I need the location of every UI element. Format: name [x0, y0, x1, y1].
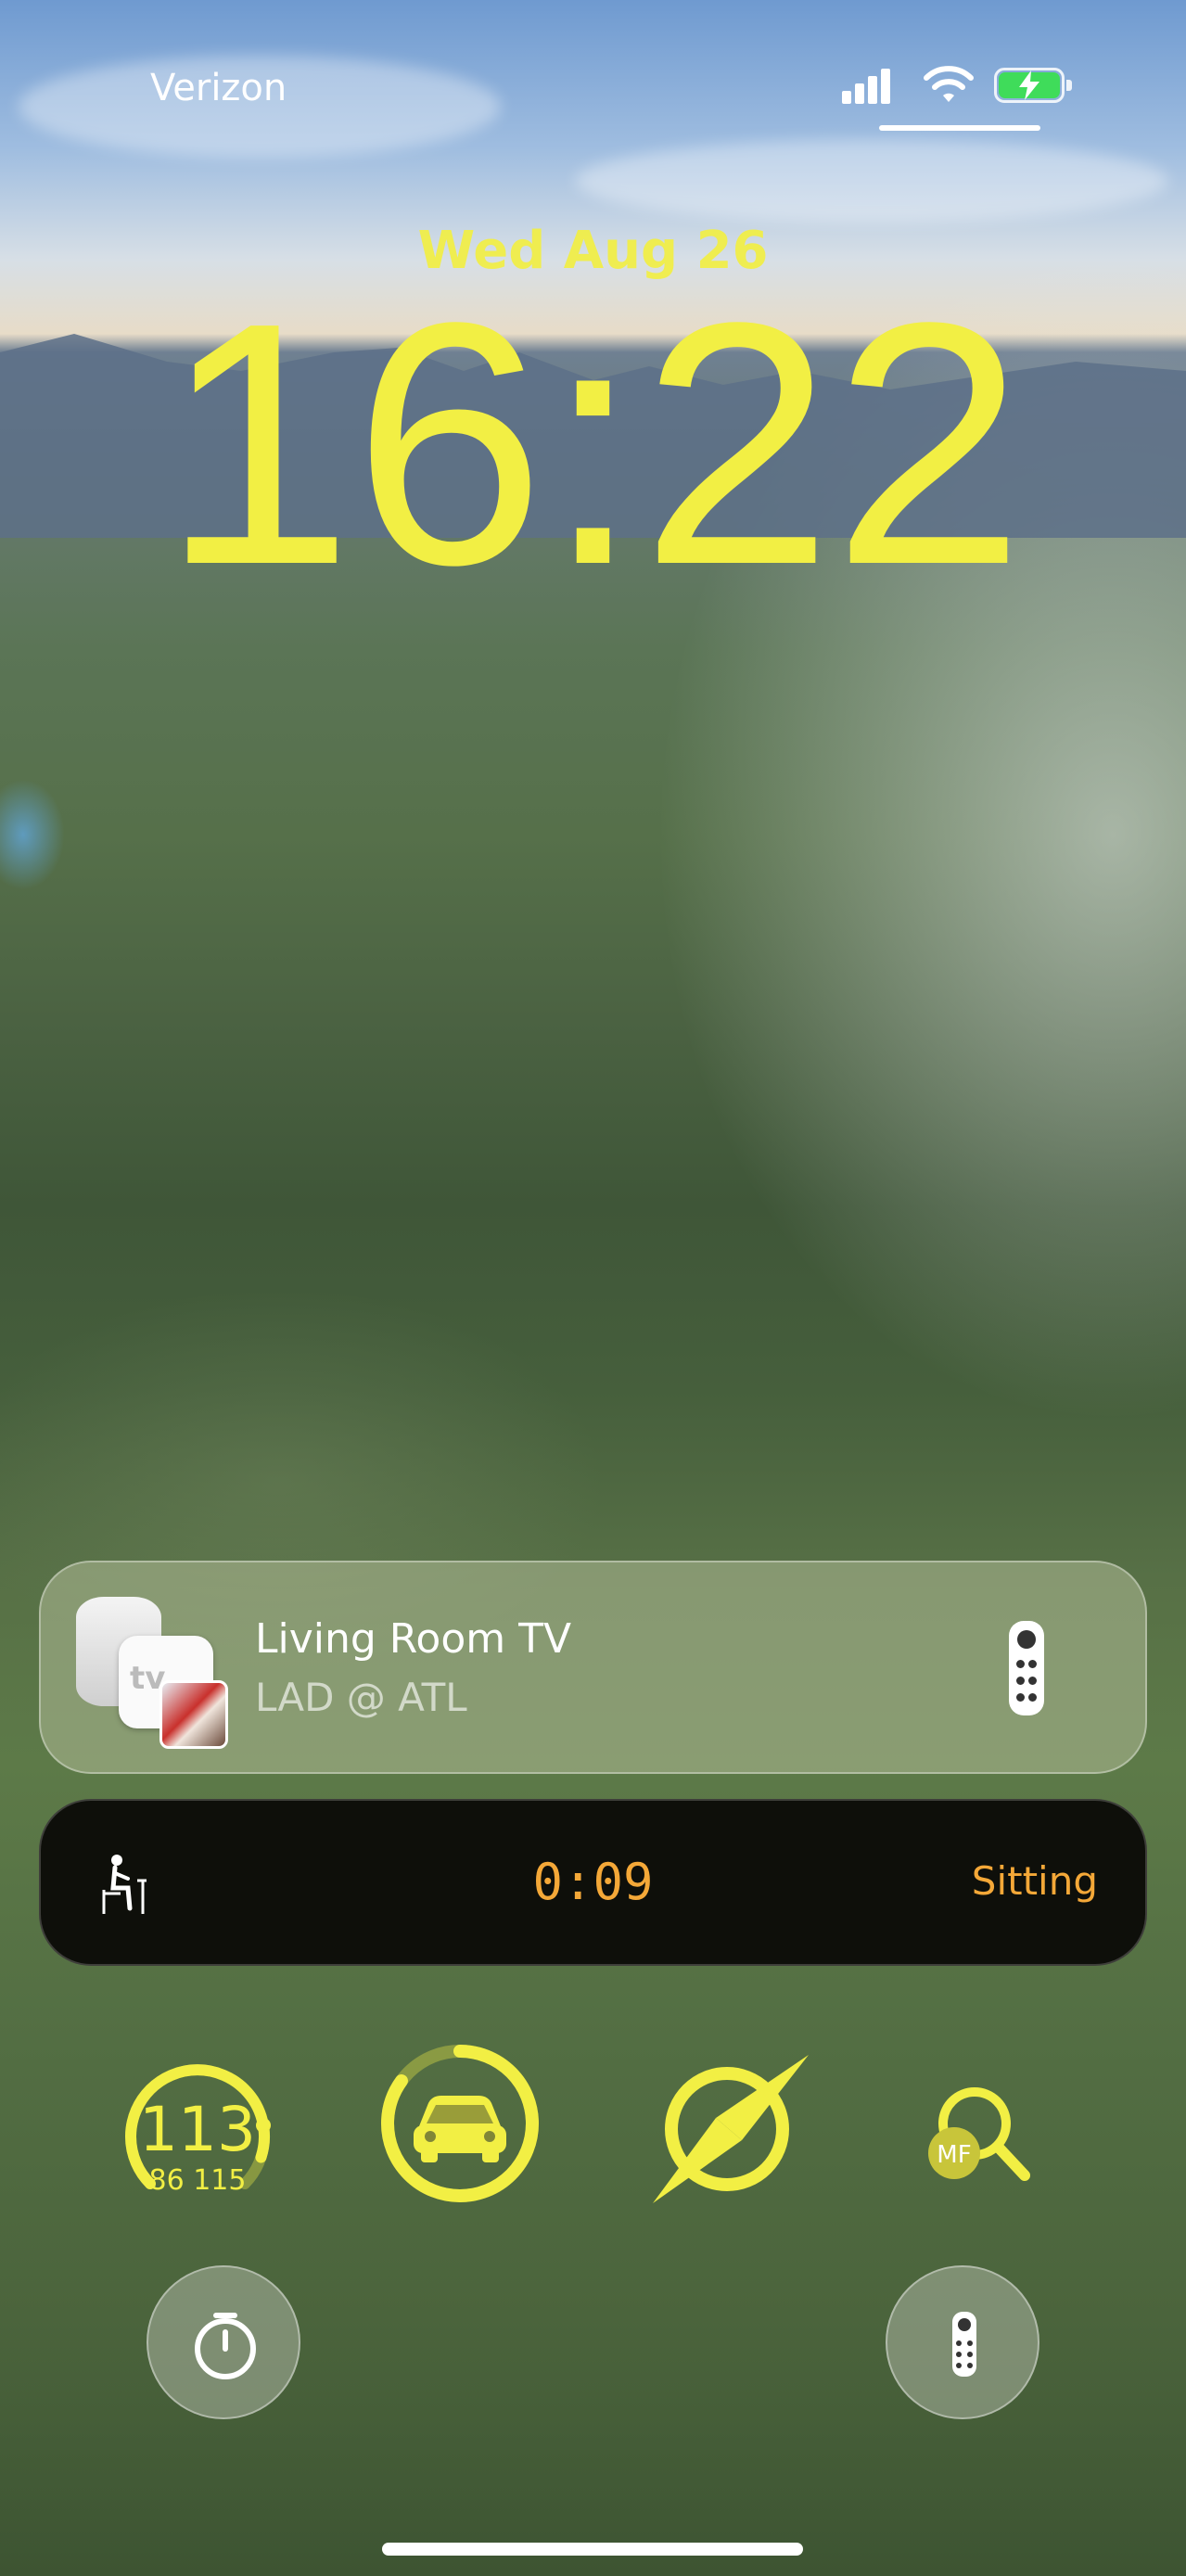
wifi-icon [924, 66, 974, 102]
gauge-value: 113 [139, 2094, 256, 2165]
stopwatch-button[interactable] [147, 2265, 300, 2419]
content-thumbnail [159, 1680, 228, 1749]
cellular-signal-icon [842, 67, 899, 104]
cloud [575, 139, 1168, 223]
home-indicator[interactable] [382, 2543, 803, 2556]
car-icon [414, 2096, 506, 2162]
posture-status: Sitting [971, 1858, 1098, 1904]
compass-icon[interactable] [649, 2051, 812, 2207]
stopwatch-icon [195, 2313, 256, 2379]
remote-icon[interactable] [1009, 1621, 1044, 1715]
carrier-name: Verizon [150, 67, 287, 109]
now-playing-content: LAD @ ATL [255, 1675, 467, 1720]
car-battery-complication[interactable] [376, 2040, 543, 2207]
magnifier-icon[interactable]: MF [923, 2083, 1034, 2185]
status-bar-underline [879, 125, 1040, 131]
remote-button[interactable] [886, 2265, 1039, 2419]
remote-icon [952, 2312, 976, 2377]
battery-charging-icon [994, 68, 1072, 103]
gauge-range: 86 115 [148, 2164, 247, 2197]
lock-screen-time: 16:22 [161, 250, 1025, 636]
now-playing-device: Living Room TV [255, 1615, 572, 1663]
search-badge: MF [937, 2141, 971, 2169]
